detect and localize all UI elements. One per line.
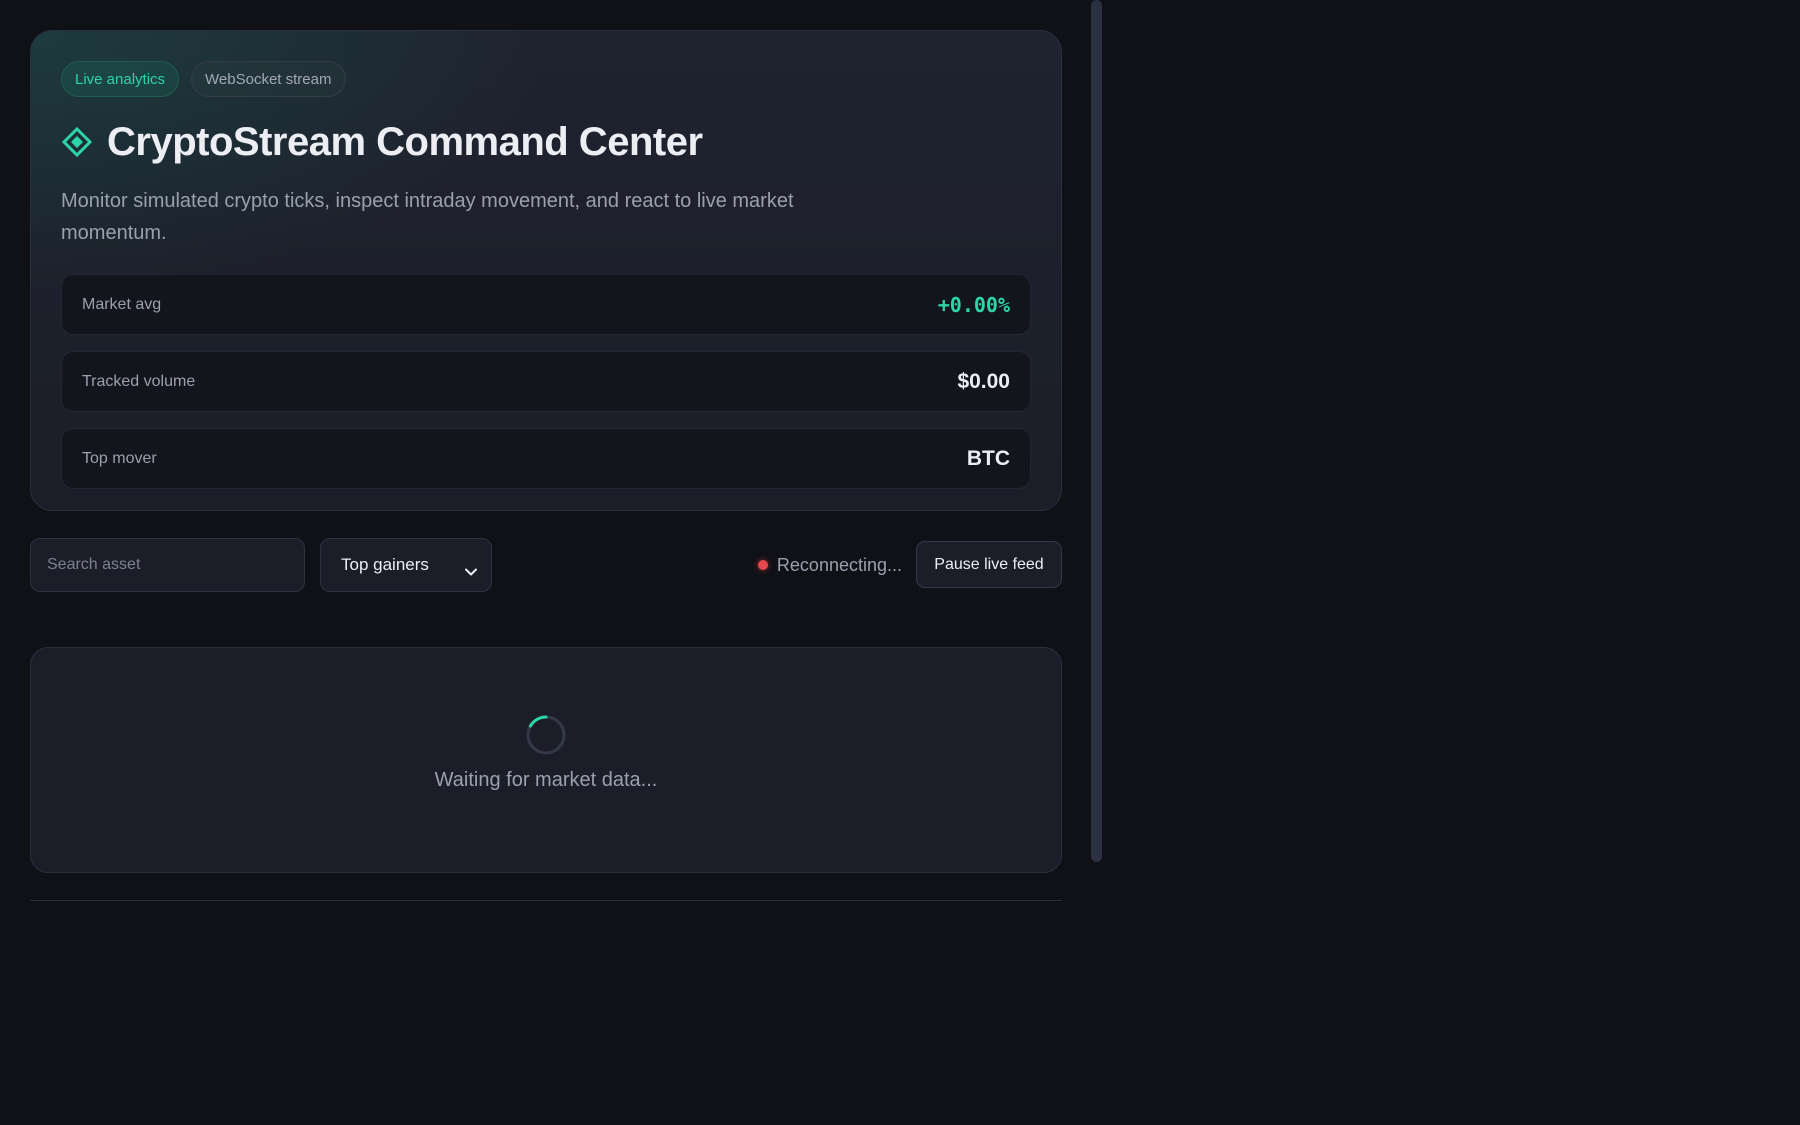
app-root: Live analytics WebSocket stream CryptoSt… — [30, 30, 1062, 901]
stat-value: BTC — [966, 446, 1010, 470]
scrollbar-thumb[interactable] — [1091, 0, 1102, 862]
page-subtitle: Monitor simulated crypto ticks, inspect … — [61, 190, 794, 244]
page-title: CryptoStream Command Center — [107, 119, 703, 164]
stat-top-mover: Top mover BTC — [61, 428, 1031, 489]
controls-bar: Top gainers Reconnecting... Pause live f… — [30, 538, 1062, 592]
title-row: CryptoStream Command Center — [61, 117, 1031, 167]
stats-list: Market avg +0.00% Tracked volume $0.00 T… — [61, 274, 1031, 489]
chevron-down-icon — [465, 561, 477, 576]
loading-panel: Waiting for market data... — [30, 647, 1062, 873]
status-dot-icon — [757, 560, 768, 570]
divider — [30, 900, 1062, 901]
connection-status-text: Reconnecting... — [776, 554, 902, 575]
loading-message: Waiting for market data... — [434, 769, 658, 791]
stat-tracked-volume: Tracked volume $0.00 — [61, 351, 1031, 412]
stat-value: $0.00 — [957, 369, 1010, 393]
stat-value: +0.00% — [937, 292, 1010, 317]
sort-select[interactable]: Top gainers — [320, 538, 492, 592]
stat-label: Tracked volume — [82, 372, 196, 390]
search-input[interactable] — [30, 538, 305, 592]
pause-live-feed-button[interactable]: Pause live feed — [916, 541, 1062, 588]
loading-spinner-icon — [526, 715, 566, 755]
stat-market-avg: Market avg +0.00% — [61, 274, 1031, 335]
sort-select-value: Top gainers — [341, 555, 429, 574]
stat-label: Market avg — [82, 295, 162, 313]
live-analytics-tag: Live analytics — [61, 61, 180, 97]
websocket-stream-tag: WebSocket stream — [191, 61, 346, 97]
hero-card: Live analytics WebSocket stream CryptoSt… — [30, 30, 1062, 511]
diamond-icon — [61, 126, 93, 158]
tag-list: Live analytics WebSocket stream — [61, 61, 1031, 97]
connection-status: Reconnecting... — [757, 538, 902, 592]
stat-label: Top mover — [82, 449, 157, 467]
